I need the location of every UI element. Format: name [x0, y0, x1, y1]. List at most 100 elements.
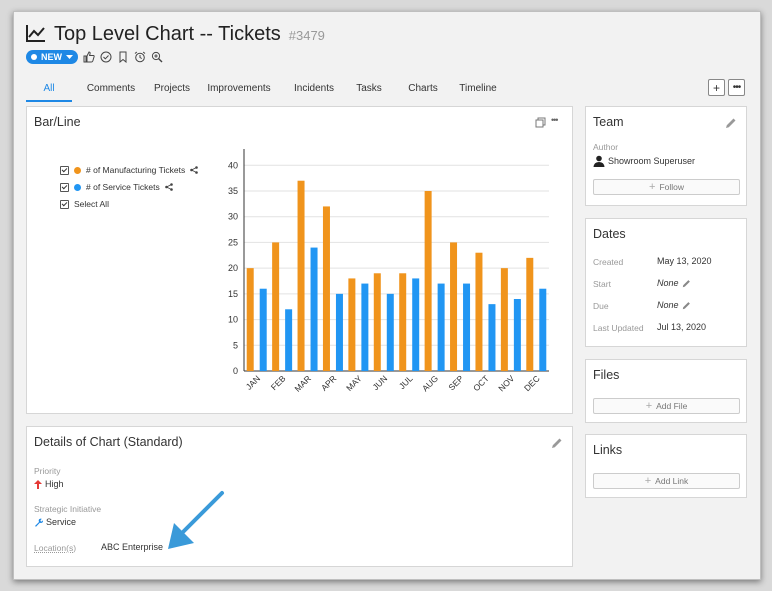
priority-label: Priority — [34, 466, 61, 476]
bar-service — [437, 283, 445, 371]
pencil-icon[interactable] — [682, 301, 691, 310]
tab-projects[interactable]: Projects — [150, 78, 194, 102]
start-label: Start — [593, 279, 611, 289]
chart-card-title: Bar/Line — [34, 115, 81, 129]
arrow-up-icon — [34, 479, 42, 489]
x-tick-label: OCT — [471, 373, 491, 393]
y-tick-label: 10 — [228, 315, 238, 325]
legend-item-service[interactable]: # of Service Tickets — [60, 182, 173, 192]
title-row: Top Level Chart -- Tickets #3479 — [26, 22, 325, 46]
add-tab-button[interactable]: + — [708, 79, 725, 96]
plus-icon: + — [644, 475, 652, 487]
legend-select-all[interactable]: Select All — [60, 199, 109, 209]
bar-manufacturing — [322, 206, 330, 371]
alarm-clock-icon[interactable] — [134, 51, 146, 63]
select-all-checkbox[interactable] — [60, 199, 69, 209]
tab-all[interactable]: All — [26, 78, 72, 102]
details-card-title: Details of Chart (Standard) — [34, 435, 183, 449]
bar-manufacturing — [424, 191, 432, 371]
more-icon: ••• — [732, 82, 741, 93]
y-tick-label: 40 — [228, 160, 238, 170]
dates-card: Dates Created May 13, 2020 Start None Du… — [585, 218, 747, 347]
status-dropdown-button[interactable]: NEW — [26, 50, 78, 64]
tab-incidents[interactable]: Incidents — [284, 78, 344, 102]
pencil-icon[interactable] — [682, 279, 691, 288]
app-window: Top Level Chart -- Tickets #3479 NEW All… — [13, 11, 761, 580]
start-text: None — [657, 278, 679, 288]
plus-icon: + — [645, 400, 653, 412]
bar-service — [335, 293, 343, 371]
bar-service — [310, 247, 318, 371]
add-file-button[interactable]: + Add File — [593, 398, 740, 414]
x-tick-label: NOV — [496, 373, 516, 393]
user-avatar-icon — [593, 155, 605, 167]
chevron-down-icon — [66, 54, 73, 59]
check-circle-icon[interactable] — [100, 51, 112, 63]
ticket-number: #3479 — [288, 28, 325, 43]
tab-timeline[interactable]: Timeline — [452, 78, 504, 102]
y-tick-label: 5 — [233, 340, 238, 350]
y-tick-label: 0 — [233, 366, 238, 376]
select-all-label: Select All — [74, 199, 109, 209]
copy-icon[interactable] — [535, 117, 546, 128]
y-tick-label: 35 — [228, 186, 238, 196]
files-card-title: Files — [593, 368, 620, 382]
legend-checkbox-manufacturing[interactable] — [60, 165, 69, 175]
bar-manufacturing — [373, 273, 381, 371]
y-tick-label: 20 — [228, 263, 238, 273]
legend-item-manufacturing[interactable]: # of Manufacturing Tickets — [60, 165, 199, 175]
thumbs-up-icon[interactable] — [83, 51, 95, 63]
legend-label-service: # of Service Tickets — [86, 182, 160, 192]
share-icon[interactable] — [190, 166, 199, 174]
chart-more-icon[interactable]: ••• — [551, 115, 559, 125]
add-link-button[interactable]: + Add Link — [593, 473, 740, 489]
status-dot-icon — [31, 54, 37, 60]
line-chart-icon — [26, 25, 45, 42]
tab-comments[interactable]: Comments — [72, 78, 150, 102]
links-card-title: Links — [593, 443, 623, 457]
follow-button[interactable]: + Follow — [593, 179, 740, 195]
bar-service — [386, 293, 394, 371]
pencil-icon[interactable] — [551, 437, 563, 449]
author-label: Author — [593, 142, 619, 152]
action-toolbar: NEW — [26, 50, 163, 64]
bar-manufacturing — [399, 273, 407, 371]
initiative-label: Strategic Initiative — [34, 504, 102, 514]
initiative-text: Service — [46, 517, 77, 527]
due-label: Due — [593, 301, 609, 311]
bar-manufacturing — [348, 278, 356, 371]
follow-label: Follow — [659, 182, 684, 192]
priority-value: High — [34, 479, 64, 489]
share-icon[interactable] — [164, 183, 173, 191]
zoom-in-icon[interactable] — [151, 51, 163, 63]
tab-tasks[interactable]: Tasks — [344, 78, 394, 102]
bar-manufacturing — [297, 180, 305, 371]
legend-swatch-service — [74, 183, 81, 191]
bar-manufacturing — [272, 242, 280, 371]
x-tick-label: JAN — [244, 373, 262, 391]
team-card: Team Author Showroom Superuser + Follow — [585, 106, 747, 206]
legend-swatch-manufacturing — [74, 166, 81, 174]
x-tick-label: DEC — [522, 373, 542, 393]
bar-service — [539, 288, 547, 371]
bar-service — [361, 283, 369, 371]
tab-charts[interactable]: Charts — [394, 78, 452, 102]
start-value[interactable]: None — [657, 278, 691, 288]
pencil-icon[interactable] — [725, 117, 737, 129]
dates-card-title: Dates — [593, 227, 626, 241]
created-value: May 13, 2020 — [657, 256, 712, 266]
due-value[interactable]: None — [657, 300, 691, 310]
y-tick-label: 30 — [228, 212, 238, 222]
bookmark-icon[interactable] — [117, 51, 129, 63]
links-card: Links + Add Link — [585, 434, 747, 498]
author-name[interactable]: Showroom Superuser — [608, 156, 695, 166]
bar-service — [513, 299, 521, 371]
bar-service — [412, 278, 420, 371]
bar-manufacturing — [246, 268, 254, 371]
tab-improvements[interactable]: Improvements — [194, 78, 284, 102]
author-value: Showroom Superuser — [593, 155, 695, 167]
add-file-label: Add File — [656, 401, 688, 411]
more-tabs-button[interactable]: ••• — [728, 79, 745, 96]
plus-icon: + — [649, 181, 656, 193]
legend-checkbox-service[interactable] — [60, 182, 69, 192]
